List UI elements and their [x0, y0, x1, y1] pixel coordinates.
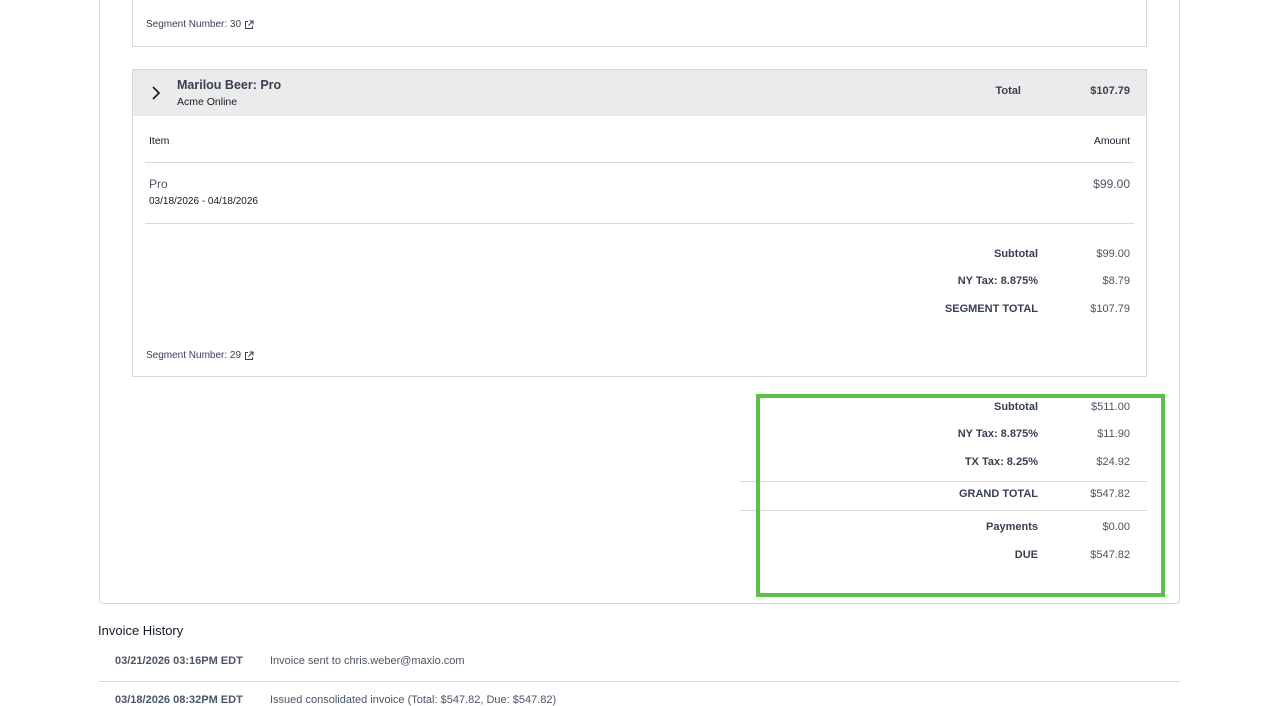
history-entry-text: Issued consolidated invoice (Total: $547…	[270, 694, 557, 706]
line-item-name: Pro	[149, 177, 168, 191]
previous-segment: Segment Number: 30	[132, 0, 1147, 47]
segment-subtitle: Acme Online	[177, 96, 238, 108]
segment-title: Marilou Beer: Pro	[177, 78, 282, 92]
segment-total-label: Total	[995, 85, 1021, 97]
segment-tax-value: $8.79	[1102, 275, 1130, 287]
divider	[145, 162, 1134, 163]
segment-number-link[interactable]: Segment Number: 30	[146, 19, 254, 30]
divider	[99, 681, 1180, 682]
history-entry-date: 03/18/2026 08:32PM EDT	[115, 694, 243, 706]
segment-number-link[interactable]: Segment Number: 29	[146, 350, 254, 361]
line-item-dates: 03/18/2026 - 04/18/2026	[149, 196, 258, 207]
segment-subtotal-label: Subtotal	[994, 248, 1038, 260]
segment-number-text: Segment Number: 30	[146, 19, 242, 30]
history-entry-date: 03/21/2026 03:16PM EDT	[115, 655, 243, 667]
totals-highlight-box	[756, 394, 1165, 597]
segment-total-summary-label: SEGMENT TOTAL	[944, 303, 1038, 315]
column-header-amount: Amount	[1093, 135, 1130, 147]
segment-number-text: Segment Number: 29	[146, 350, 242, 361]
invoice-history-title: Invoice History	[98, 623, 184, 638]
divider	[145, 223, 1134, 224]
segment-total-value: $107.79	[1090, 85, 1130, 97]
column-header-item: Item	[149, 135, 170, 147]
segment-header[interactable]: Marilou Beer: Pro Acme Online Total $107…	[133, 70, 1146, 116]
external-link-icon	[245, 20, 254, 29]
segment-tax-label: NY Tax: 8.875%	[957, 275, 1038, 287]
external-link-icon	[245, 351, 254, 360]
invoice-segment: Marilou Beer: Pro Acme Online Total $107…	[132, 69, 1147, 377]
segment-total-summary-value: $107.79	[1090, 303, 1130, 315]
chevron-right-icon[interactable]	[149, 85, 163, 101]
history-entry-text: Invoice sent to chris.weber@maxio.com	[270, 655, 465, 667]
segment-subtotal-value: $99.00	[1096, 248, 1130, 260]
line-item-amount: $99.00	[1093, 177, 1130, 191]
